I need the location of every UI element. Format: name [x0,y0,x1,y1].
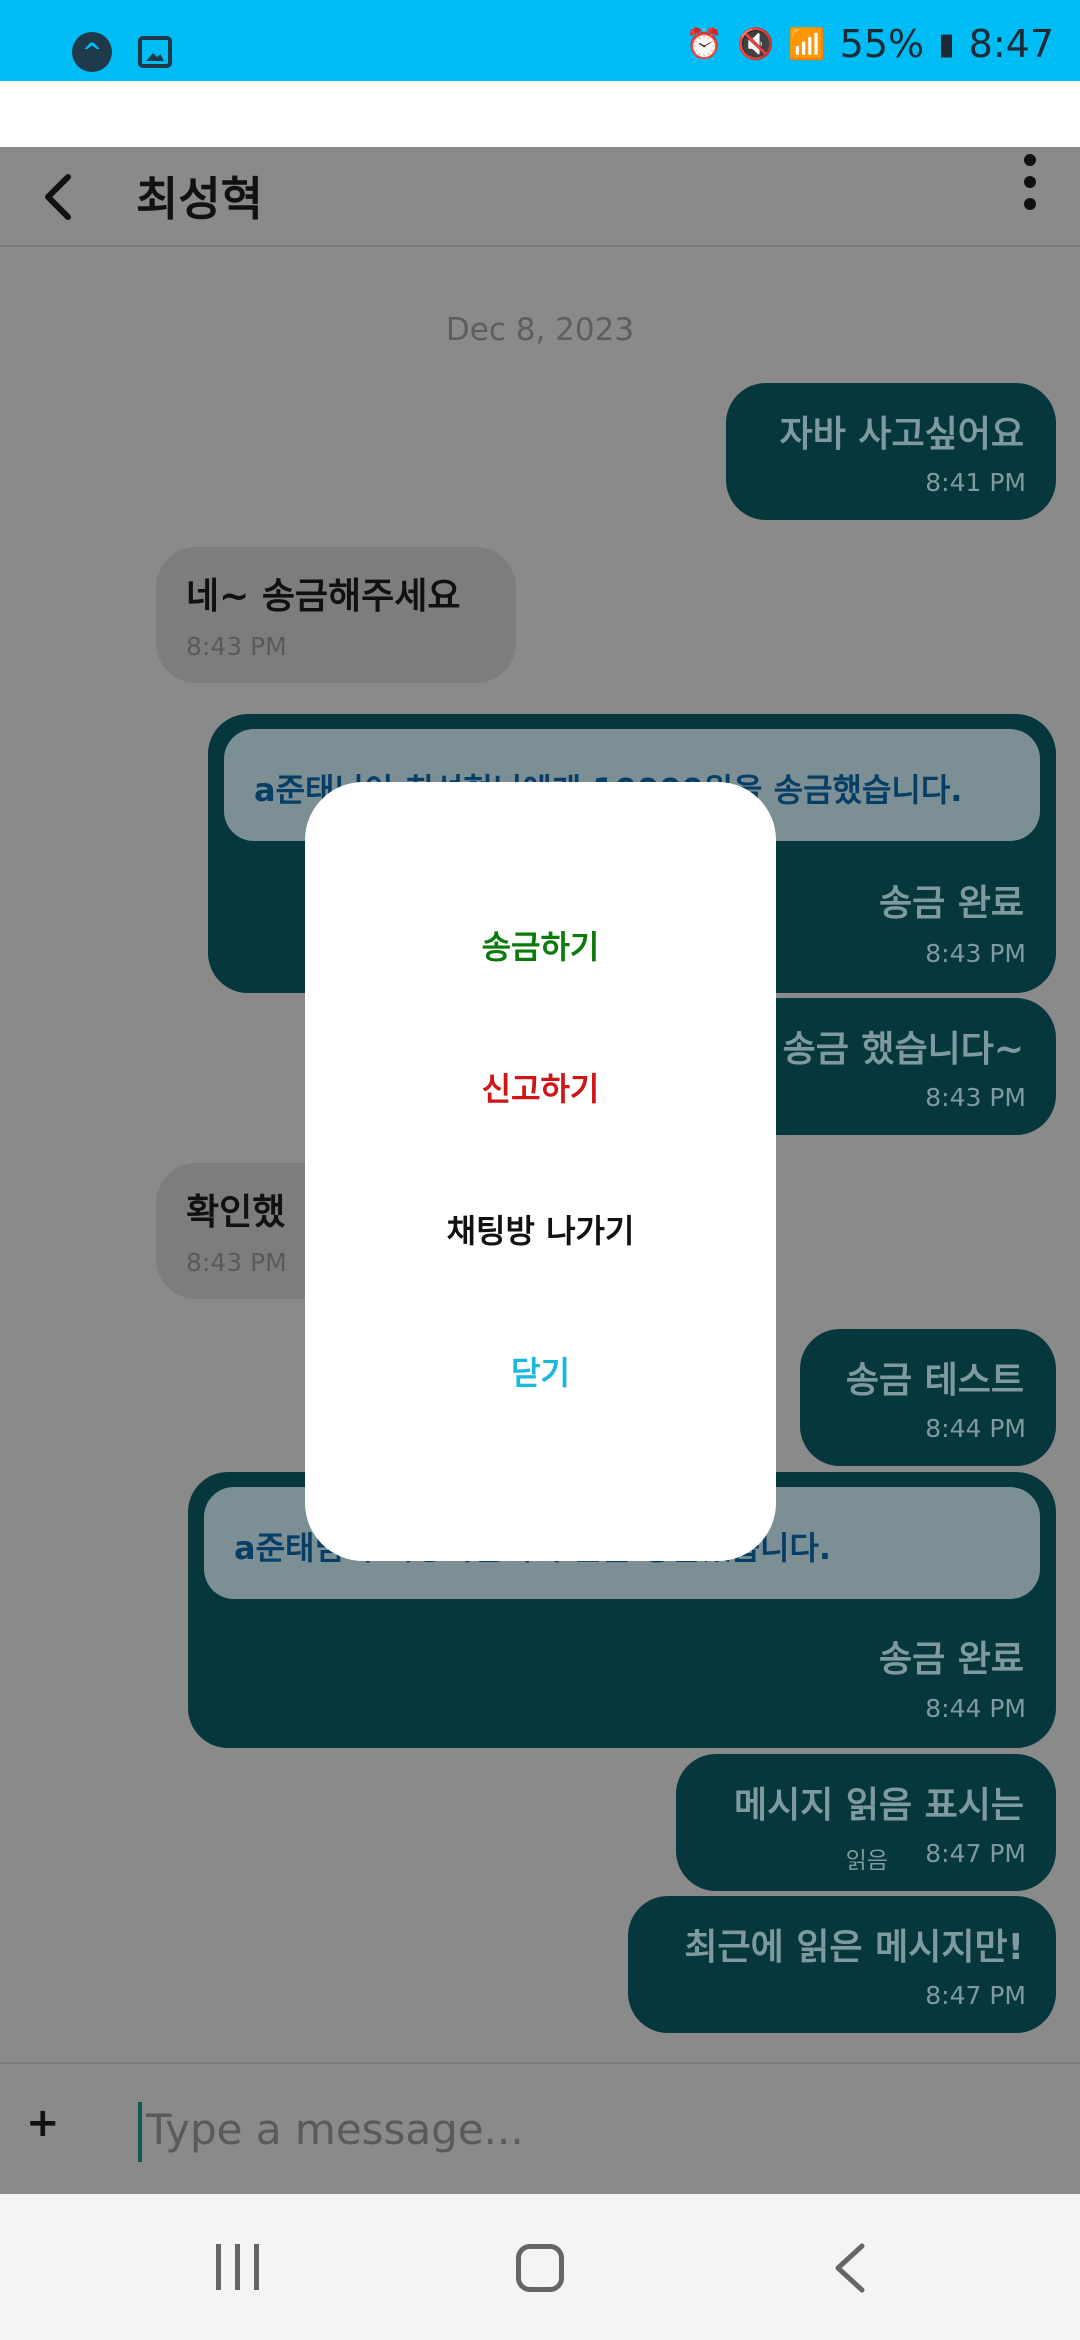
message-time: 8:44 PM [925,1414,1026,1443]
report-option[interactable]: 신고하기 [305,1064,776,1110]
back-chevron-icon [835,2243,865,2293]
message-time: 8:43 PM [925,939,1026,968]
chat-header: 최성혁 [0,147,1080,247]
message-time: 8:47 PM [925,1839,1026,1868]
more-dot-icon [1024,176,1036,188]
message-bubble[interactable]: 최근에 읽은 메시지만! 8:47 PM [628,1896,1056,2033]
system-navigation-bar [0,2194,1080,2340]
battery-icon: ▮ [938,26,955,62]
status-bar: ^ ⏰ 🔇 📶 55% ▮ 8:47 [0,0,1080,81]
message-time: 8:41 PM [925,468,1026,497]
text-cursor [138,2102,142,2162]
message-time: 8:47 PM [925,1981,1026,2010]
clock: 8:47 [968,22,1054,66]
message-time: 8:43 PM [186,632,287,661]
message-text: 확인했 [186,1192,286,1233]
mute-icon: 🔇 [736,26,775,62]
battery-percent: 55% [839,22,925,66]
recent-apps-icon [254,2244,259,2290]
message-bubble[interactable]: 송금 테스트 8:44 PM [800,1329,1056,1466]
image-notification-icon [138,36,172,68]
message-time: 8:43 PM [925,1083,1026,1112]
options-dialog: 송금하기 신고하기 채팅방 나가기 닫기 [305,782,776,1561]
leave-chatroom-option[interactable]: 채팅방 나가기 [305,1206,776,1252]
app-notification-icon: ^ [72,32,112,72]
system-back-button[interactable] [826,2240,876,2296]
home-button[interactable] [516,2244,564,2292]
wifi-icon: 📶 [788,26,826,62]
message-text: 네~ 송금해주세요 [186,576,461,617]
message-input[interactable] [146,2094,1026,2164]
send-money-option[interactable]: 송금하기 [305,922,776,968]
back-button[interactable] [30,167,90,227]
message-bubble[interactable]: 네~ 송금해주세요 8:43 PM [156,547,516,683]
message-text: 메시지 읽음 표시는 [733,1785,1024,1826]
more-options-button[interactable] [1010,147,1050,217]
message-bubble[interactable]: 자바 사고싶어요 8:41 PM [726,383,1056,520]
message-text: 송금 했습니다~ [782,1029,1024,1070]
message-text: 최근에 읽은 메시지만! [684,1927,1024,1968]
message-bubble[interactable]: 메시지 읽음 표시는 읽음 8:47 PM [676,1754,1056,1891]
more-dot-icon [1024,198,1036,210]
recent-apps-icon [216,2244,221,2290]
message-input-bar: + [0,2062,1080,2194]
top-strip [0,81,1080,147]
date-separator: Dec 8, 2023 [445,312,635,348]
message-text: 송금 완료 [878,883,1024,924]
message-time: 8:44 PM [925,1694,1026,1723]
alarm-icon: ⏰ [685,26,723,62]
recent-apps-icon [235,2244,240,2290]
read-indicator: 읽음 [845,1848,888,1874]
more-dot-icon [1024,154,1036,166]
message-text: 송금 완료 [878,1639,1024,1680]
message-text: 송금 테스트 [845,1360,1024,1401]
message-time: 8:43 PM [186,1248,287,1277]
recent-apps-button[interactable] [216,2244,259,2290]
back-arrow-icon [45,174,71,220]
chat-title: 최성혁 [136,172,263,226]
close-option[interactable]: 닫기 [305,1348,776,1394]
attach-plus-button[interactable]: + [26,2100,60,2146]
message-text: 자바 사고싶어요 [779,414,1024,455]
